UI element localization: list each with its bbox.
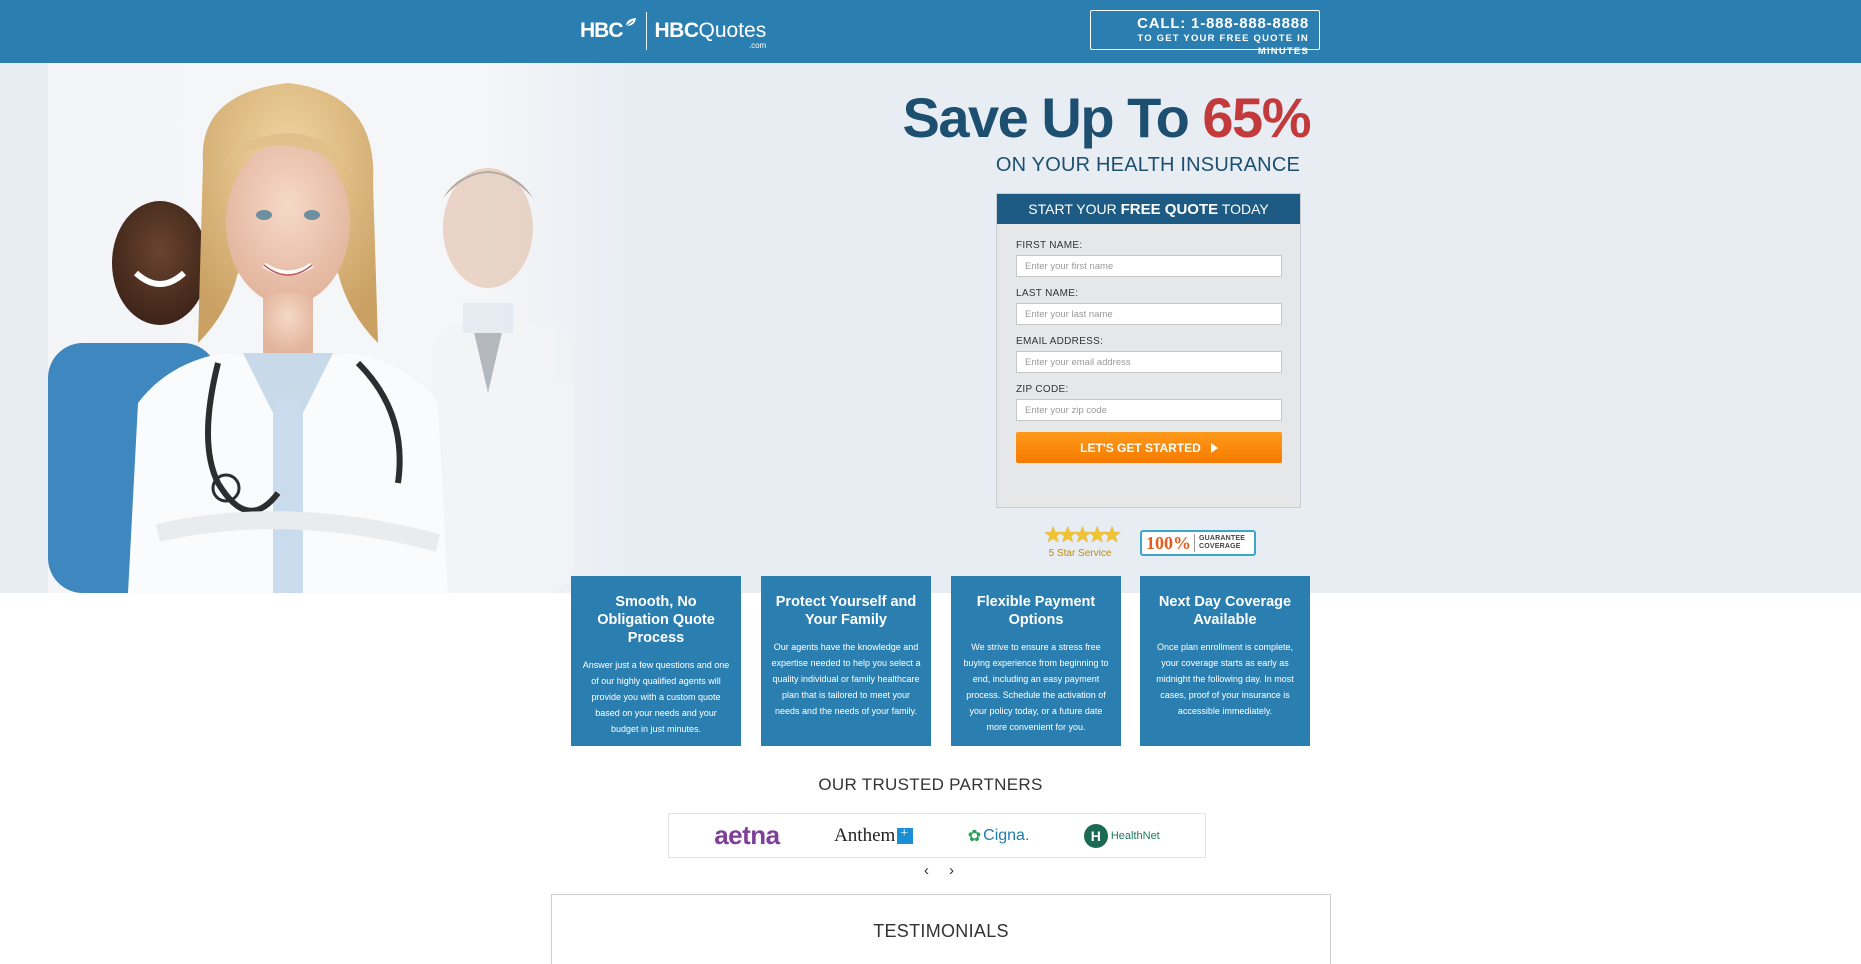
testimonials-section: TESTIMONIALS — [551, 894, 1331, 964]
call-tagline: TO GET YOUR FREE QUOTE IN MINUTES — [1137, 33, 1309, 57]
feature-text: Our agents have the knowledge and expert… — [771, 642, 921, 716]
aetna-logo[interactable]: aetna — [714, 820, 780, 851]
brand-name: HBCQuotes .com — [654, 19, 767, 50]
testimonials-title: TESTIMONIALS — [873, 921, 1009, 941]
feature-title: Protect Yourself and Your Family — [775, 594, 917, 628]
guarantee-percent: 100% — [1146, 532, 1191, 553]
quote-form: START YOUR FREE QUOTE TODAY FIRST NAME: … — [996, 193, 1301, 508]
email-input[interactable] — [1016, 351, 1282, 373]
feature-text: We strive to ensure a stress free buying… — [963, 642, 1109, 732]
first-name-input[interactable] — [1016, 255, 1282, 277]
main-headline: Save Up To 65% — [902, 86, 1312, 149]
last-name-label: LAST NAME: — [1016, 288, 1079, 299]
logo-mark: HBC — [580, 19, 623, 42]
partners-carousel: aetna Anthem ✿Cigna. HHealthNet — [668, 813, 1206, 858]
chevron-left-icon[interactable]: ‹ — [924, 862, 929, 882]
feature-text: Once plan enrollment is complete, your c… — [1156, 642, 1294, 716]
last-name-input[interactable] — [1016, 303, 1282, 325]
headline-block: Save Up To 65% ON YOUR HEALTH INSURANCE — [900, 83, 1312, 177]
zip-code-label: ZIP CODE: — [1016, 384, 1069, 395]
carousel-arrows: ‹ › — [924, 862, 954, 882]
first-name-label: FIRST NAME: — [1016, 240, 1083, 251]
form-title: START YOUR FREE QUOTE TODAY — [997, 194, 1300, 224]
feature-box: Flexible Payment Options We strive to en… — [951, 576, 1121, 746]
partners-title: OUR TRUSTED PARTNERS — [818, 775, 1043, 794]
stars-icon: ★★★★★ — [1043, 522, 1122, 547]
hbc-logo[interactable]: HBC HBCQuotes .com — [580, 12, 766, 50]
leaf-icon — [625, 18, 636, 27]
healthnet-logo[interactable]: H HealthNet — [1083, 823, 1160, 848]
get-started-label: LET'S GET STARTED — [1080, 440, 1201, 455]
anthem-logo[interactable]: Anthem — [834, 825, 914, 847]
feature-box: Protect Yourself and Your Family Our age… — [761, 576, 931, 746]
get-started-button[interactable]: LET'S GET STARTED — [1016, 432, 1282, 463]
tree-icon: ✿ — [967, 827, 982, 845]
blue-cross-icon — [897, 826, 914, 844]
sub-headline: ON YOUR HEALTH INSURANCE — [995, 154, 1300, 176]
guarantee-text: GUARANTEE COVERAGE — [1199, 535, 1246, 550]
feature-box: Next Day Coverage Available Once plan en… — [1140, 576, 1310, 746]
healthnet-mark-icon: H — [1083, 823, 1108, 848]
top-header: HBC HBCQuotes .com CALL: 1-888-888-8888 … — [0, 0, 1861, 63]
trust-badges: ★★★★★ 5 Star Service 100% GUARANTEE COVER… — [1040, 523, 1280, 563]
call-box[interactable]: CALL: 1-888-888-8888 TO GET YOUR FREE QU… — [1090, 10, 1320, 57]
feature-box: Smooth, No Obligation Quote Process Answ… — [571, 576, 741, 746]
cigna-logo[interactable]: ✿ Cigna. — [968, 826, 1030, 846]
zip-code-input[interactable] — [1016, 399, 1282, 421]
phone-number: CALL: 1-888-888-8888 — [1137, 15, 1309, 32]
five-star-badge: ★★★★★ 5 Star Service — [1040, 522, 1122, 560]
doctors-photo — [48, 63, 628, 593]
headline-percent: 65% — [1202, 86, 1311, 149]
feature-text: Answer just a few questions and one of o… — [582, 660, 730, 734]
stars-label: 5 Star Service — [1048, 548, 1112, 559]
email-label: EMAIL ADDRESS: — [1016, 336, 1104, 347]
logo-divider — [645, 12, 647, 50]
feature-title: Smooth, No Obligation Quote Process — [597, 594, 715, 646]
feature-title: Flexible Payment Options — [976, 594, 1096, 628]
guarantee-badge: 100% GUARANTEE COVERAGE — [1140, 530, 1256, 556]
chevron-right-icon[interactable]: › — [949, 862, 954, 882]
hero-section: Save Up To 65% ON YOUR HEALTH INSURANCE … — [0, 63, 1861, 593]
play-arrow-icon — [1210, 442, 1218, 453]
feature-title: Next Day Coverage Available — [1158, 594, 1292, 628]
